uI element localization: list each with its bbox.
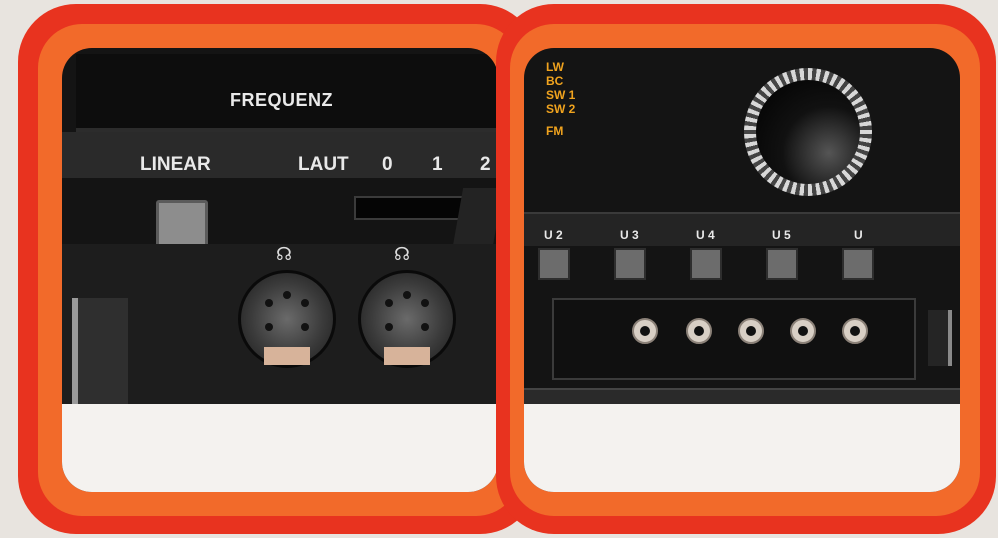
headphone-icon: ☊ <box>394 244 410 264</box>
band-lw: LW <box>546 60 564 74</box>
preset-label-u4: U 4 <box>696 228 715 242</box>
preset-button-u3[interactable] <box>614 248 646 280</box>
din-socket-1[interactable] <box>238 270 336 368</box>
preset-button-u[interactable] <box>842 248 874 280</box>
volume-scale-2: 2 <box>480 154 491 175</box>
white-strip <box>62 404 498 492</box>
side-switch[interactable] <box>72 298 128 408</box>
white-strip <box>524 404 960 492</box>
tuning-knob[interactable] <box>744 68 872 196</box>
preset-label-u3: U 3 <box>620 228 639 242</box>
preset-button-u2[interactable] <box>538 248 570 280</box>
linear-button[interactable] <box>156 200 208 248</box>
frequency-label: FREQUENZ <box>230 90 333 110</box>
headphone-icon: ☊ <box>276 244 292 264</box>
linear-label: LINEAR <box>140 154 211 175</box>
volume-slider-slot <box>354 196 468 220</box>
preset-label-u: U <box>854 228 863 242</box>
jack-4[interactable] <box>790 318 816 344</box>
volume-scale-1: 1 <box>432 154 443 175</box>
jack-3[interactable] <box>738 318 764 344</box>
band-fm: FM <box>546 124 564 138</box>
side-edge <box>928 310 952 366</box>
jack-1[interactable] <box>632 318 658 344</box>
right-radio-photo: LW BC SW 1 SW 2 FM U 2 U 3 U 4 U 5 U <box>524 48 960 492</box>
band-sw1: SW 1 <box>546 88 576 102</box>
jack-2[interactable] <box>686 318 712 344</box>
preset-label-u5: U 5 <box>772 228 791 242</box>
band-bc: BC <box>546 74 564 88</box>
left-radio-photo: FREQUENZ LINEAR LAUT 0 1 2 ☊ ☊ <box>62 48 498 492</box>
volume-scale-0: 0 <box>382 154 393 175</box>
photo-scene: { "left_panel": { "display_label": "FREQ… <box>0 0 998 538</box>
preset-button-u4[interactable] <box>690 248 722 280</box>
band-sw2: SW 2 <box>546 102 576 116</box>
jack-5[interactable] <box>842 318 868 344</box>
frequency-display: FREQUENZ <box>76 54 498 132</box>
preset-row <box>524 212 960 246</box>
knob-center <box>756 80 860 184</box>
preset-label-u2: U 2 <box>544 228 563 242</box>
preset-button-u5[interactable] <box>766 248 798 280</box>
din-socket-2[interactable] <box>358 270 456 368</box>
volume-label: LAUT <box>298 154 349 175</box>
band-labels: LW BC SW 1 SW 2 FM <box>546 60 575 138</box>
